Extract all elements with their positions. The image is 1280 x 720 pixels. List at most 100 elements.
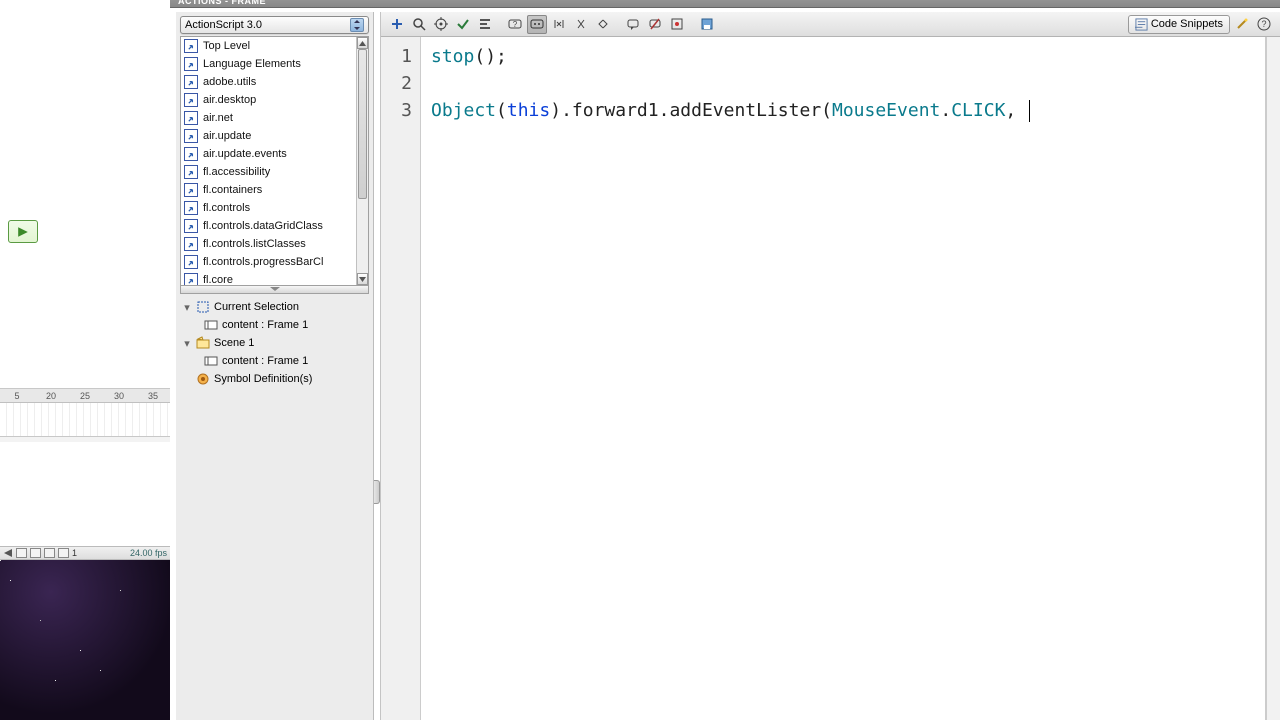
- tree-toggle-icon[interactable]: ▾: [182, 302, 192, 312]
- timeline[interactable]: 5 20 25 30 35: [0, 388, 170, 442]
- code-editor-panel: ? Code Snippets ? 1 2 3 stop(); Object(t…: [380, 12, 1280, 720]
- check-syntax-icon[interactable]: [453, 15, 473, 34]
- package-item[interactable]: fl.controls.dataGridClass: [181, 217, 356, 235]
- package-item[interactable]: air.update: [181, 127, 356, 145]
- editor-scrollbar[interactable]: [1266, 37, 1280, 720]
- package-icon: [184, 255, 198, 269]
- actionscript-version-dropdown[interactable]: ActionScript 3.0: [180, 16, 369, 34]
- tree-item-frame[interactable]: content : Frame 1: [180, 352, 369, 370]
- package-item[interactable]: Top Level: [181, 37, 356, 55]
- help-icon[interactable]: ?: [1254, 15, 1274, 34]
- debug-options-icon[interactable]: [527, 15, 547, 34]
- frame-icon: [204, 318, 218, 332]
- current-frame: 1: [72, 548, 77, 558]
- tree-label: Current Selection: [214, 301, 299, 313]
- package-item[interactable]: adobe.utils: [181, 73, 356, 91]
- code-editor[interactable]: 1 2 3 stop(); Object(this).forward1.addE…: [381, 37, 1266, 720]
- desktop-wallpaper: [0, 560, 170, 720]
- package-item[interactable]: air.net: [181, 109, 356, 127]
- wand-icon[interactable]: [1232, 15, 1252, 34]
- comment-icon[interactable]: [623, 15, 643, 34]
- find-icon[interactable]: [409, 15, 429, 34]
- package-item[interactable]: fl.controls.listClasses: [181, 235, 356, 253]
- add-script-icon[interactable]: [387, 15, 407, 34]
- tree-item-frame[interactable]: content : Frame 1: [180, 316, 369, 334]
- code-text[interactable]: stop(); Object(this).forward1.addEventLi…: [421, 37, 1265, 720]
- package-label: fl.core: [203, 274, 233, 285]
- package-icon: [184, 147, 198, 161]
- tree-node-current-selection[interactable]: ▾ Current Selection: [180, 298, 369, 316]
- timeline-status-icon[interactable]: [44, 548, 55, 558]
- selection-icon: [196, 300, 210, 314]
- package-icon: [184, 165, 198, 179]
- package-label: air.desktop: [203, 94, 256, 106]
- package-label: fl.accessibility: [203, 166, 270, 178]
- package-label: air.update.events: [203, 148, 287, 160]
- pane-resize-handle[interactable]: [180, 286, 369, 294]
- timeline-status-icon[interactable]: [16, 548, 27, 558]
- package-item[interactable]: fl.accessibility: [181, 163, 356, 181]
- timeline-status-icon[interactable]: [30, 548, 41, 558]
- scroll-thumb[interactable]: [358, 49, 367, 199]
- code-snippets-button[interactable]: Code Snippets: [1128, 15, 1230, 34]
- package-icon: [184, 75, 198, 89]
- package-icon: [184, 219, 198, 233]
- script-navigator-tree[interactable]: ▾ Current Selection content : Frame 1 ▾ …: [180, 298, 369, 388]
- package-list[interactable]: Top Level Language Elements adobe.utils air…: [180, 36, 369, 286]
- scroll-down-icon[interactable]: [357, 273, 368, 285]
- target-icon[interactable]: [431, 15, 451, 34]
- scene-icon: [196, 336, 210, 350]
- rewind-icon[interactable]: [3, 548, 13, 558]
- scroll-up-icon[interactable]: [357, 37, 368, 49]
- package-item[interactable]: air.desktop: [181, 91, 356, 109]
- tree-node-scene[interactable]: ▾ Scene 1: [180, 334, 369, 352]
- package-label: fl.controls: [203, 202, 250, 214]
- package-label: air.update: [203, 130, 251, 142]
- collapse-between-icon[interactable]: [549, 15, 569, 34]
- stage-play-button[interactable]: [8, 220, 38, 243]
- breakpoint-icon[interactable]: [667, 15, 687, 34]
- package-list-scrollbar[interactable]: [356, 37, 368, 285]
- line-number: 1: [381, 43, 412, 70]
- uncomment-icon[interactable]: [645, 15, 665, 34]
- timeline-tick: 20: [34, 391, 68, 401]
- package-item[interactable]: fl.containers: [181, 181, 356, 199]
- stage-canvas: [0, 0, 170, 560]
- svg-text:?: ?: [513, 20, 518, 29]
- package-icon: [184, 273, 198, 285]
- package-icon: [184, 111, 198, 125]
- tree-toggle-icon[interactable]: ▾: [182, 338, 192, 348]
- tree-node-symbols[interactable]: Symbol Definition(s): [180, 370, 369, 388]
- timeline-ruler: 5 20 25 30 35: [0, 389, 170, 403]
- timeline-status-icon[interactable]: [58, 548, 69, 558]
- timeline-status-bar: 1 24.00 fps: [0, 546, 170, 560]
- tree-label: Scene 1: [214, 337, 254, 349]
- package-item[interactable]: fl.core: [181, 271, 356, 285]
- package-icon: [184, 237, 198, 251]
- dropdown-label: ActionScript 3.0: [185, 19, 262, 31]
- package-label: air.net: [203, 112, 233, 124]
- line-number: 3: [381, 97, 412, 124]
- package-label: adobe.utils: [203, 76, 256, 88]
- line-number: 2: [381, 70, 412, 97]
- package-label: Top Level: [203, 40, 250, 52]
- timeline-frames[interactable]: [0, 403, 170, 437]
- timeline-tick: 30: [102, 391, 136, 401]
- package-item[interactable]: air.update.events: [181, 145, 356, 163]
- symbol-icon: [196, 372, 210, 386]
- package-label: Language Elements: [203, 58, 301, 70]
- package-item[interactable]: Language Elements: [181, 55, 356, 73]
- package-item[interactable]: fl.controls: [181, 199, 356, 217]
- package-label: fl.controls.progressBarCl: [203, 256, 323, 268]
- tree-label: Symbol Definition(s): [214, 373, 312, 385]
- autoformat-icon[interactable]: [475, 15, 495, 34]
- code-hint-icon[interactable]: ?: [505, 15, 525, 34]
- package-icon: [184, 129, 198, 143]
- save-icon[interactable]: [697, 15, 717, 34]
- svg-text:?: ?: [1261, 19, 1266, 29]
- package-item[interactable]: fl.controls.progressBarCl: [181, 253, 356, 271]
- collapse-selection-icon[interactable]: [571, 15, 591, 34]
- editor-toolbar: ? Code Snippets ?: [381, 12, 1280, 37]
- tree-label: content : Frame 1: [222, 319, 308, 331]
- expand-all-icon[interactable]: [593, 15, 613, 34]
